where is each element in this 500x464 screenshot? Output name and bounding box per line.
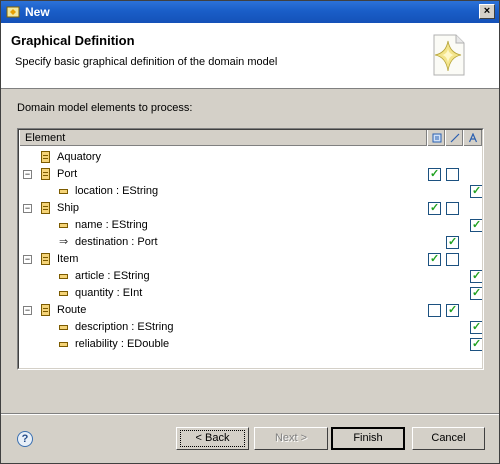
tree-row-label: destination : Port [75, 236, 158, 248]
collapse-toggle-icon[interactable]: − [23, 170, 32, 179]
tree-row-label: Port [57, 168, 78, 180]
page-title: Graphical Definition [11, 33, 135, 48]
cancel-button[interactable]: Cancel [412, 427, 485, 450]
tree-row[interactable]: description : EString [19, 319, 482, 336]
tree-row-label: description : EString [75, 321, 174, 333]
tree-row-label: reliability : EDouble [75, 338, 170, 350]
eattribute-icon [59, 342, 68, 347]
tree-row[interactable]: − Ship [19, 200, 482, 217]
label-checkbox[interactable] [470, 269, 482, 283]
button-separator [1, 413, 499, 415]
collapse-toggle-icon[interactable]: − [23, 204, 32, 213]
wizard-window: New × Graphical Definition Specify basic… [0, 0, 500, 464]
tree-row[interactable]: location : EString [19, 183, 482, 200]
tree-row[interactable]: name : EString [19, 217, 482, 234]
eattribute-icon [59, 325, 68, 330]
tree-row[interactable]: − Item [19, 251, 482, 268]
header-element-label: Element [25, 132, 66, 144]
finish-button[interactable]: Finish [331, 427, 405, 450]
eclass-icon [41, 202, 50, 214]
back-button-label: < Back [180, 430, 245, 447]
next-button[interactable]: Next > [254, 427, 328, 450]
tree-row[interactable]: Aquatory [19, 149, 482, 166]
title-bar[interactable]: New × [1, 1, 499, 23]
node-checkbox[interactable] [428, 201, 441, 215]
tree-row[interactable]: ⇒ destination : Port [19, 234, 482, 251]
tree-row-label: Item [57, 253, 79, 265]
link-checkbox[interactable] [446, 235, 459, 249]
wizard-banner: Graphical Definition Specify basic graph… [1, 23, 499, 89]
collapse-toggle-icon[interactable]: − [23, 255, 32, 264]
link-column-icon [450, 133, 460, 143]
tree-row[interactable]: − Port [19, 166, 482, 183]
eattribute-icon [59, 291, 68, 296]
link-checkbox[interactable] [446, 168, 459, 181]
domain-tree[interactable]: Element Aquatory − Port ✓ location: ESt… [17, 128, 484, 370]
page-description: Specify basic graphical definition of th… [15, 56, 278, 68]
header-node-column[interactable] [427, 130, 445, 146]
domain-elements-label: Domain model elements to process: [17, 102, 193, 114]
tree-row[interactable]: quantity : EInt [19, 285, 482, 302]
tree-row-label: quantity : EInt [75, 287, 143, 299]
tree-row-label: Route [57, 304, 87, 316]
tree-row[interactable]: reliability : EDouble [19, 336, 482, 353]
window-title: New [25, 5, 50, 19]
label-column-icon [468, 133, 478, 143]
node-column-icon [432, 133, 442, 143]
eclass-icon [41, 151, 50, 163]
tree-row-label: name : EString [75, 219, 148, 231]
eattribute-icon [59, 189, 68, 194]
ereference-icon: ⇒ [59, 236, 69, 248]
label-checkbox[interactable] [470, 286, 482, 300]
collapse-toggle-icon[interactable]: − [23, 306, 32, 315]
label-checkbox[interactable] [470, 337, 482, 351]
help-icon[interactable]: ? [17, 431, 33, 447]
tree-row[interactable]: article : EString [19, 268, 482, 285]
label-checkbox[interactable] [470, 184, 482, 198]
label-checkbox[interactable] [470, 218, 482, 232]
link-checkbox[interactable] [446, 253, 459, 266]
wizard-sparkle-icon [433, 34, 465, 76]
tree-row-label: article : EString [75, 270, 150, 282]
eclass-icon [41, 168, 50, 180]
node-checkbox[interactable] [428, 304, 441, 317]
back-button[interactable]: < Back [176, 427, 249, 450]
close-button[interactable]: × [479, 4, 495, 19]
node-checkbox[interactable] [428, 167, 441, 181]
eclass-icon [41, 304, 50, 316]
tree-row[interactable]: − Route [19, 302, 482, 319]
tree-header: Element [19, 130, 482, 146]
node-checkbox[interactable] [428, 252, 441, 266]
header-link-column[interactable] [445, 130, 463, 146]
link-checkbox[interactable] [446, 303, 459, 317]
label-checkbox[interactable] [470, 320, 482, 334]
eattribute-icon [59, 223, 68, 228]
tree-row-label: Ship [57, 202, 80, 214]
link-checkbox[interactable] [446, 202, 459, 215]
eclass-icon [41, 253, 50, 265]
eattribute-icon [59, 274, 68, 279]
tree-row-label: Aquatory [57, 151, 102, 163]
header-label-column[interactable] [463, 130, 482, 146]
header-element[interactable]: Element [19, 130, 427, 146]
eclipse-new-icon [6, 6, 20, 18]
tree-row-label: location : EString [75, 185, 159, 197]
